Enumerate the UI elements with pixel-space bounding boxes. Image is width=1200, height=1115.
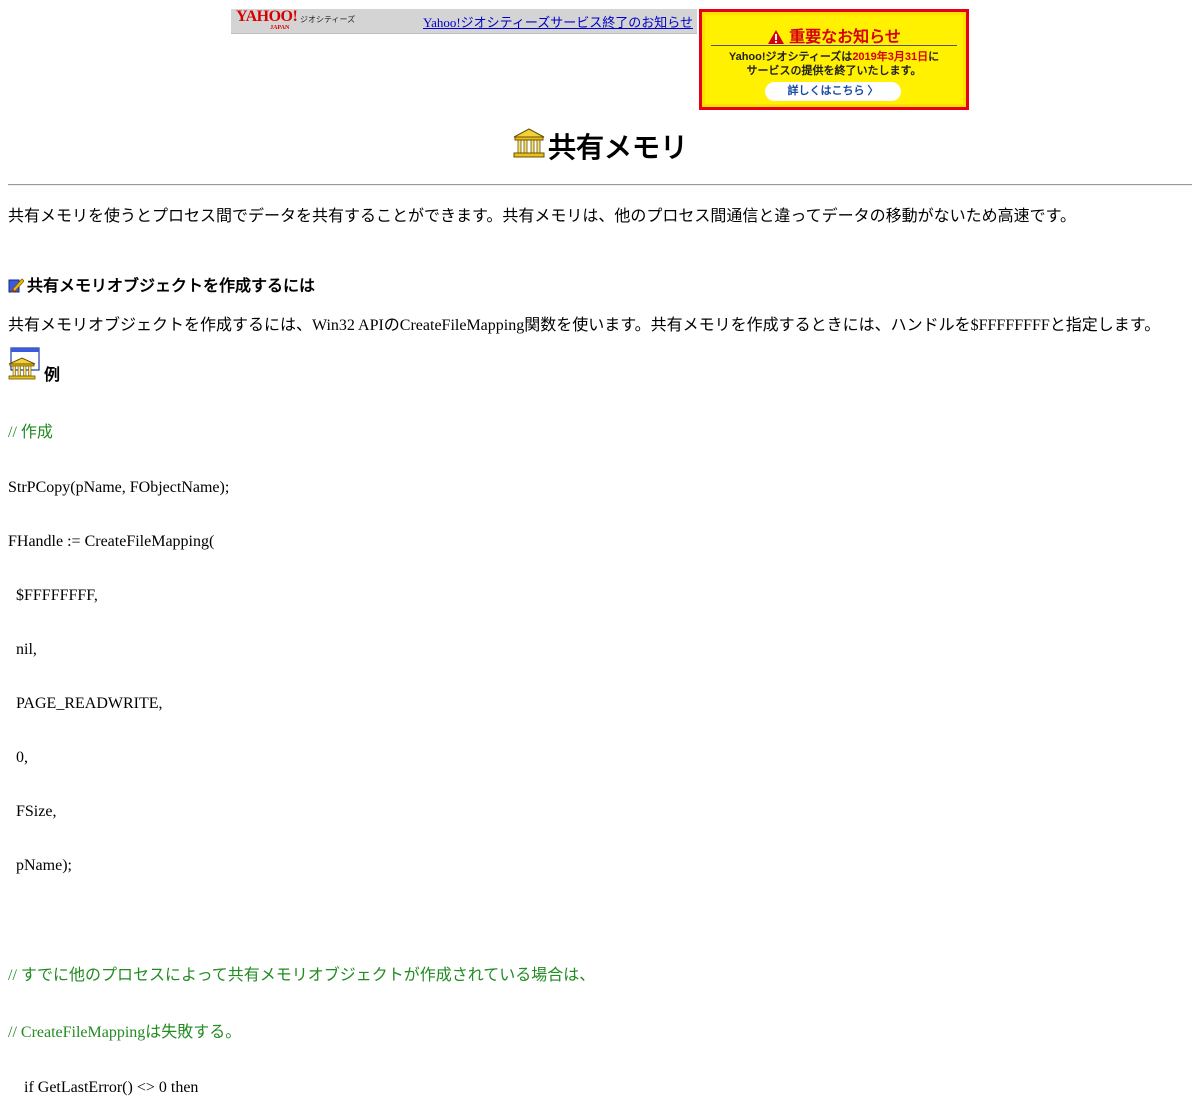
code-comment-existing: // すでに他のプロセスによって共有メモリオブジェクトが作成されている場合は、 bbox=[8, 967, 596, 984]
yahoo-japan-logo[interactable]: YAHOO! JAPAN bbox=[236, 9, 298, 34]
banner-line1-a: Yahoo!ジオシティーズは bbox=[728, 51, 853, 63]
banner-line2: サービスの提供を終了いたします。 bbox=[746, 65, 922, 77]
code-line: if GetLastError() <> 0 then bbox=[8, 1079, 199, 1096]
code-line: nil, bbox=[8, 641, 37, 658]
banner-end-date: 2019年3月31日 bbox=[852, 51, 929, 63]
code-block: // 作成 StrPCopy(pName, FObjectName); FHan… bbox=[8, 386, 595, 1115]
page-title-text: 共有メモリ bbox=[547, 131, 688, 164]
service-end-banner[interactable]: 重要なお知らせ Yahoo!ジオシティーズは2019年3月31日に サービスの提… bbox=[699, 9, 969, 110]
banner-divider bbox=[711, 45, 957, 46]
page-title: 共有メモリ bbox=[0, 126, 1200, 166]
section-heading: 共有メモリオブジェクトを作成するには bbox=[8, 272, 315, 296]
code-line: pName); bbox=[8, 857, 72, 874]
banner-message: Yahoo!ジオシティーズは2019年3月31日に サービスの提供を終了いたしま… bbox=[705, 50, 963, 78]
document-pen-icon bbox=[8, 278, 24, 293]
service-end-notice-link[interactable]: Yahoo!ジオシティーズサービス終了のお知らせ bbox=[423, 12, 693, 31]
banner-inner: 重要なお知らせ Yahoo!ジオシティーズは2019年3月31日に サービスの提… bbox=[705, 15, 963, 104]
banner-title: 重要なお知らせ bbox=[705, 23, 963, 47]
example-heading: 例 bbox=[8, 347, 61, 384]
section-heading-text: 共有メモリオブジェクトを作成するには bbox=[27, 276, 316, 295]
geocities-subtitle: ジオシティーズ bbox=[300, 15, 356, 24]
code-line: FSize, bbox=[8, 803, 57, 820]
section-paragraph: 共有メモリオブジェクトを作成するには、Win32 APIのCreateFileM… bbox=[8, 317, 1161, 334]
code-line: $FFFFFFFF, bbox=[8, 587, 98, 604]
code-line: 0, bbox=[8, 749, 28, 766]
example-label: 例 bbox=[44, 365, 61, 384]
code-line: StrPCopy(pName, FObjectName); bbox=[8, 479, 230, 496]
geocities-header-bar: YAHOO! JAPAN ジオシティーズ Yahoo!ジオシティーズサービス終了… bbox=[231, 9, 697, 34]
example-building-icon bbox=[8, 347, 40, 380]
title-divider bbox=[8, 184, 1192, 186]
building-icon bbox=[513, 128, 545, 158]
banner-line1-b: に bbox=[928, 51, 940, 63]
intro-paragraph: 共有メモリを使うとプロセス間でデータを共有することができます。共有メモリは、他の… bbox=[8, 208, 1077, 225]
details-button[interactable]: 詳しくはこちら 〉 bbox=[765, 82, 901, 101]
code-line: PAGE_READWRITE, bbox=[8, 695, 163, 712]
code-comment-create: // 作成 bbox=[8, 424, 53, 441]
warning-icon bbox=[768, 30, 785, 44]
code-line: FHandle := CreateFileMapping( bbox=[8, 533, 215, 550]
banner-title-text: 重要なお知らせ bbox=[789, 29, 901, 46]
code-comment-fail: // CreateFileMappingは失敗する。 bbox=[8, 1024, 242, 1041]
